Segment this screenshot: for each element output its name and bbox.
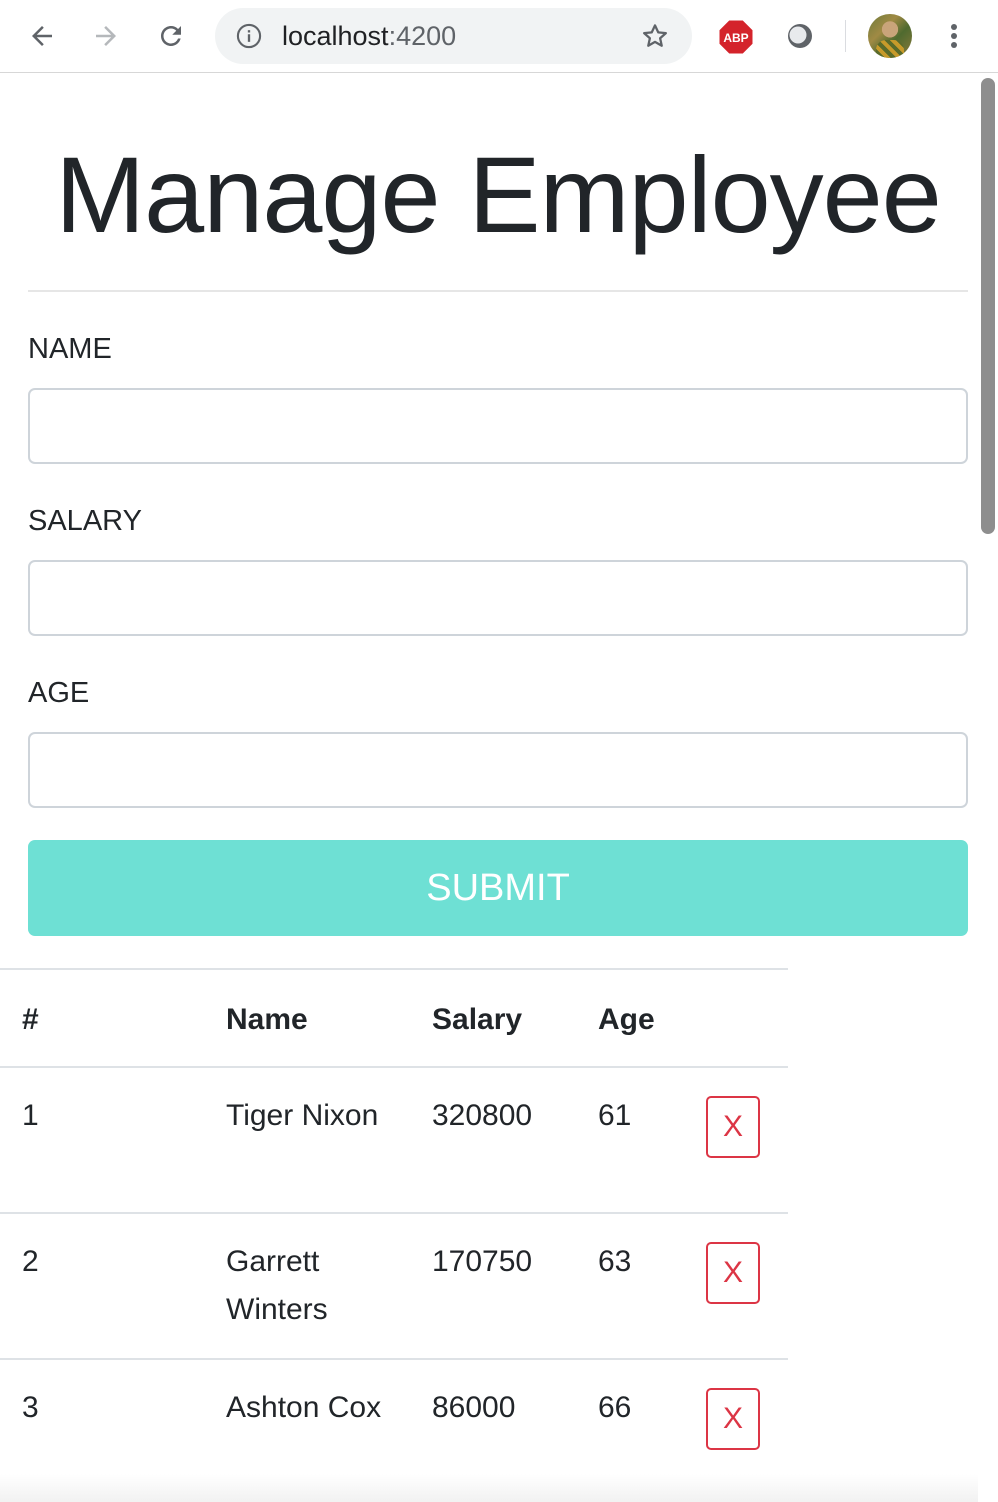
cell-salary: 320800 — [432, 1066, 598, 1213]
url-text: localhost:4200 — [282, 21, 456, 51]
forward-arrow-icon — [96, 26, 116, 46]
table-body: 1 Tiger Nixon 320800 61 X 2 Garrett Wint… — [0, 1066, 788, 1502]
toolbar-separator — [845, 20, 846, 52]
forward-button[interactable] — [86, 16, 126, 56]
adblock-badge-text: ABP — [723, 31, 748, 45]
cell-age: 63 — [598, 1212, 706, 1359]
title-divider — [28, 290, 968, 292]
cell-id: 2 — [0, 1212, 226, 1359]
name-input[interactable] — [28, 388, 968, 464]
employee-table: # Name Salary Age 1 Tiger Nixon 320800 6… — [0, 968, 788, 1502]
back-arrow-icon — [32, 26, 52, 46]
column-header-age: Age — [598, 968, 706, 1068]
bookmark-star-icon[interactable] — [640, 21, 670, 51]
salary-label: SALARY — [28, 505, 142, 537]
extension-circle-icon[interactable] — [784, 20, 816, 52]
scrollbar-thumb[interactable] — [981, 78, 995, 534]
url-host: localhost — [282, 21, 389, 51]
column-header-number: # — [0, 968, 226, 1068]
header-row: # Name Salary Age — [0, 968, 788, 1068]
cell-name: Tiger Nixon — [226, 1066, 432, 1213]
cell-actions: X — [706, 1212, 788, 1359]
delete-button[interactable]: X — [706, 1242, 760, 1304]
column-header-actions — [706, 968, 788, 1068]
reload-icon — [161, 26, 181, 46]
adblock-extension-icon[interactable]: ABP — [718, 19, 754, 55]
profile-avatar[interactable] — [868, 14, 912, 58]
bottom-fade — [0, 1474, 978, 1502]
info-icon[interactable] — [235, 22, 263, 50]
table-header: # Name Salary Age — [0, 968, 788, 1068]
address-bar[interactable]: localhost:4200 — [215, 8, 692, 64]
reload-button[interactable] — [151, 16, 191, 56]
name-label: NAME — [28, 333, 112, 365]
cell-age: 61 — [598, 1066, 706, 1213]
salary-input[interactable] — [28, 560, 968, 636]
age-label: AGE — [28, 677, 90, 709]
page-content: Manage Employee NAME SALARY AGE SUBMIT #… — [0, 74, 978, 1502]
table-row: 2 Garrett Winters 170750 63 X — [0, 1212, 788, 1359]
column-header-salary: Salary — [432, 968, 598, 1068]
delete-button[interactable]: X — [706, 1096, 760, 1158]
cell-salary: 170750 — [432, 1212, 598, 1359]
age-input[interactable] — [28, 732, 968, 808]
cell-name: Garrett Winters — [226, 1212, 432, 1359]
table-row: 1 Tiger Nixon 320800 61 X — [0, 1066, 788, 1213]
cell-id: 1 — [0, 1066, 226, 1213]
url-port: :4200 — [388, 21, 457, 51]
delete-button[interactable]: X — [706, 1388, 760, 1450]
more-menu-icon[interactable] — [942, 20, 966, 52]
back-button[interactable] — [22, 16, 62, 56]
cell-actions: X — [706, 1066, 788, 1213]
submit-button[interactable]: SUBMIT — [28, 840, 968, 936]
column-header-name: Name — [226, 968, 432, 1068]
page-title: Manage Employee — [55, 134, 942, 255]
browser-toolbar: localhost:4200 ABP — [0, 0, 998, 73]
